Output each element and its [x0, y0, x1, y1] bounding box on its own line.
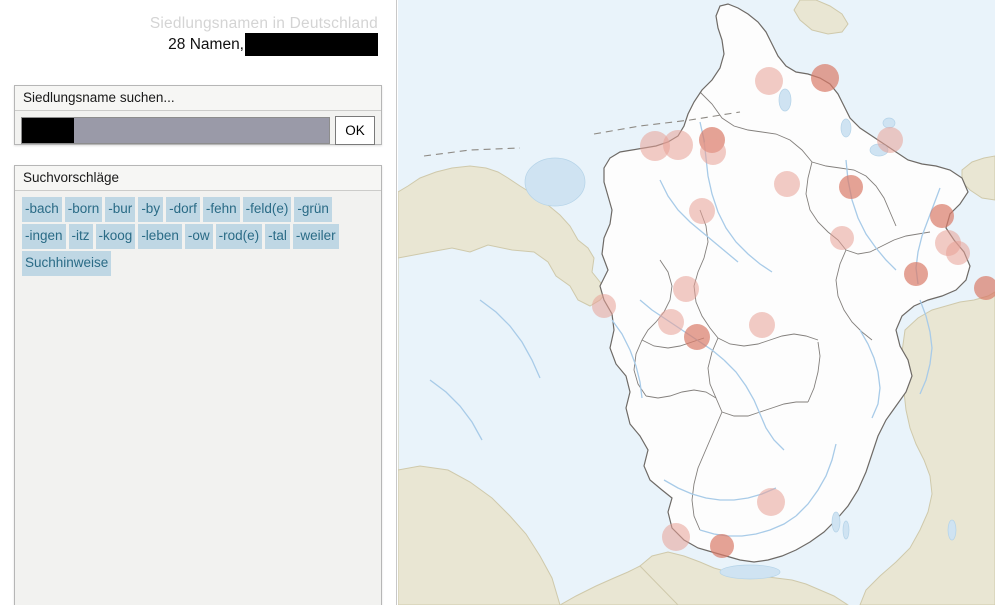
map-marker[interactable]	[673, 276, 699, 302]
ok-button[interactable]: OK	[335, 116, 375, 145]
header-block: Siedlungsnamen in Deutschland 28 Namen,	[0, 14, 382, 56]
suggestion-tag[interactable]: -leben	[138, 224, 182, 249]
map-marker[interactable]	[755, 67, 783, 95]
search-input-selection-fill	[74, 118, 329, 143]
suggestion-tag[interactable]: -itz	[68, 224, 93, 249]
suggestion-tag[interactable]: -by	[138, 197, 164, 222]
suggestion-tag[interactable]: -fehn	[202, 197, 240, 222]
map-svg	[398, 0, 995, 605]
page-title: Siedlungsnamen in Deutschland	[149, 15, 378, 32]
app-window: Siedlungsnamen in Deutschland 28 Namen, …	[0, 0, 995, 605]
suggestion-tag[interactable]: -dorf	[166, 197, 200, 222]
map-pane[interactable]	[398, 0, 995, 605]
map-marker[interactable]	[839, 175, 863, 199]
map-marker[interactable]	[658, 309, 684, 335]
map-marker[interactable]	[662, 523, 690, 551]
suggestion-tag[interactable]: -weiler	[292, 224, 339, 249]
suggestion-tag[interactable]: -ow	[184, 224, 213, 249]
redaction-bar-title	[245, 33, 378, 56]
search-panel: Siedlungsname suchen... OK	[14, 85, 382, 145]
suggestion-tag[interactable]: -tal	[265, 224, 290, 249]
map-marker[interactable]	[749, 312, 775, 338]
suggestion-tag-list: -bach -born -bur -by -dorf -fehn -feld(e) -grün…	[15, 191, 381, 286]
map-marker[interactable]	[689, 198, 715, 224]
map-marker[interactable]	[700, 139, 726, 165]
suggestions-panel: Suchvorschläge -bach -born -bur -by -dorf -fe…	[14, 165, 382, 605]
map-marker[interactable]	[904, 262, 928, 286]
map-marker[interactable]	[930, 204, 954, 228]
suggestions-panel-label: Suchvorschläge	[15, 166, 381, 191]
left-panel: Siedlungsnamen in Deutschland 28 Namen, …	[0, 0, 397, 605]
suggestion-tag[interactable]: -koog	[95, 224, 136, 249]
suggestion-tag[interactable]: -feld(e)	[242, 197, 292, 222]
map-marker[interactable]	[592, 294, 616, 318]
result-count-line: 28 Namen,	[0, 33, 382, 56]
map-marker[interactable]	[710, 534, 734, 558]
search-panel-label: Siedlungsname suchen...	[15, 86, 381, 111]
map-marker[interactable]	[877, 127, 903, 153]
suggestion-tag[interactable]: -grün	[294, 197, 332, 222]
search-row: OK	[15, 111, 381, 145]
redaction-bar-search-input	[22, 118, 74, 143]
suggestion-tag[interactable]: -rod(e)	[215, 224, 263, 249]
search-input[interactable]	[21, 117, 330, 144]
suggestion-tag[interactable]: -born	[64, 197, 103, 222]
map-marker[interactable]	[946, 241, 970, 265]
map-marker[interactable]	[757, 488, 785, 516]
suggestion-tag[interactable]: Suchhinweise	[22, 251, 112, 276]
suggestion-tag[interactable]: -ingen	[22, 224, 66, 249]
suggestion-tag[interactable]: -bach	[22, 197, 62, 222]
map-marker[interactable]	[830, 226, 854, 250]
map-marker[interactable]	[811, 64, 839, 92]
map-marker[interactable]	[663, 130, 693, 160]
result-count-text: 28 Namen,	[168, 35, 244, 53]
map-marker[interactable]	[684, 324, 710, 350]
suggestion-tag[interactable]: -bur	[105, 197, 136, 222]
map-marker[interactable]	[774, 171, 800, 197]
